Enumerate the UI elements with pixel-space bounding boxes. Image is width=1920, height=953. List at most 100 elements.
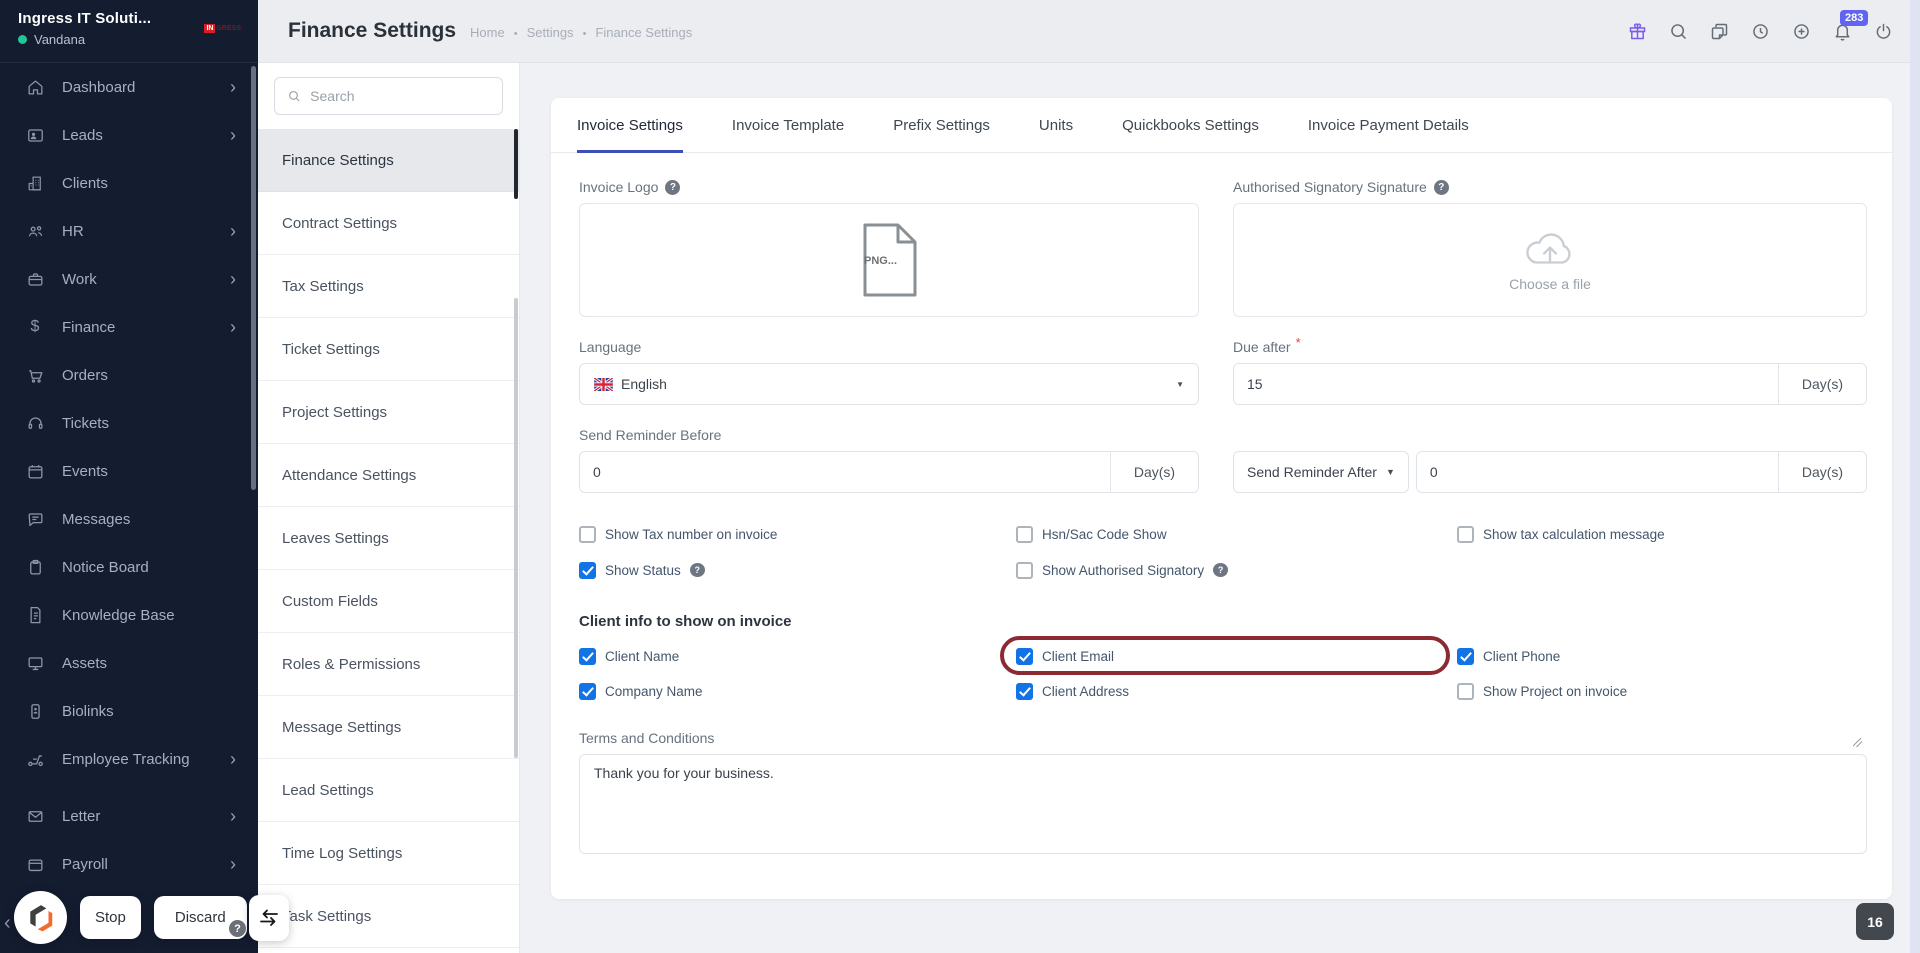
sidebar-item-letter[interactable]: Letter xyxy=(0,792,258,840)
sidebar-scrollbar-thumb[interactable] xyxy=(251,66,256,490)
settings-item-lead[interactable]: Lead Settings xyxy=(258,759,519,822)
checkbox-box[interactable] xyxy=(1016,525,1033,543)
plus-icon[interactable] xyxy=(1790,20,1812,42)
uk-flag-icon xyxy=(594,377,613,391)
search-icon[interactable] xyxy=(1667,20,1689,42)
tab-invoice-template[interactable]: Invoice Template xyxy=(732,98,844,152)
checkbox-client-phone[interactable]: Client Phone xyxy=(1457,643,1867,669)
checkbox-box[interactable] xyxy=(579,561,596,579)
settings-item-project[interactable]: Project Settings xyxy=(258,381,519,444)
sidebar-item-finance[interactable]: Finance xyxy=(0,303,258,351)
settings-item-leaves[interactable]: Leaves Settings xyxy=(258,507,519,570)
checkbox-client-address[interactable]: Client Address xyxy=(1016,678,1457,704)
tab-quickbooks[interactable]: Quickbooks Settings xyxy=(1122,98,1259,152)
sidebar-item-messages[interactable]: Messages xyxy=(0,495,258,543)
building-icon xyxy=(25,173,45,193)
sidebar-item-leads[interactable]: Leads xyxy=(0,111,258,159)
sidebar-collapse-icon[interactable] xyxy=(4,912,11,935)
page-scrollbar[interactable] xyxy=(1910,0,1920,953)
sidebar-item-notice-board[interactable]: Notice Board xyxy=(0,543,258,591)
tab-invoice-settings[interactable]: Invoice Settings xyxy=(577,98,683,153)
workspace-header[interactable]: Ingress IT Soluti... Vandana IN GRESS xyxy=(0,0,258,63)
checkbox-show-tax-calc[interactable]: Show tax calculation message xyxy=(1457,521,1867,547)
checkbox-box[interactable] xyxy=(1457,647,1474,665)
sidebar-item-tickets[interactable]: Tickets xyxy=(0,399,258,447)
sidebar-item-payroll[interactable]: Payroll xyxy=(0,840,258,888)
sidebar-item-biolinks[interactable]: Biolinks xyxy=(0,687,258,735)
settings-item-finance[interactable]: Finance Settings xyxy=(258,129,519,192)
menu-scrollbar-thumb[interactable] xyxy=(514,298,518,758)
checkbox-show-auth-signatory[interactable]: Show Authorised Signatory xyxy=(1016,557,1457,583)
sidebar-item-hr[interactable]: HR xyxy=(0,207,258,255)
checkbox-box[interactable] xyxy=(1457,525,1474,543)
checkbox-box[interactable] xyxy=(579,525,596,543)
clock-icon[interactable] xyxy=(1749,20,1771,42)
send-after-dropdown[interactable]: Send Reminder After xyxy=(1233,451,1409,493)
leads-icon xyxy=(25,125,45,145)
checkbox-client-name[interactable]: Client Name xyxy=(579,643,1016,669)
settings-search-input[interactable] xyxy=(310,88,490,104)
caret-down-icon xyxy=(1176,380,1184,389)
notes-icon[interactable] xyxy=(1708,20,1730,42)
help-badge-icon[interactable] xyxy=(229,920,246,937)
breadcrumb-settings[interactable]: Settings xyxy=(527,25,574,40)
settings-item-contract[interactable]: Contract Settings xyxy=(258,192,519,255)
settings-item-task[interactable]: Task Settings xyxy=(258,885,519,948)
help-icon[interactable] xyxy=(1433,179,1449,195)
tab-invoice-payment[interactable]: Invoice Payment Details xyxy=(1308,98,1469,152)
send-before-input[interactable] xyxy=(580,452,1110,492)
checkbox-show-status[interactable]: Show Status xyxy=(579,557,1016,583)
sidebar-item-dashboard[interactable]: Dashboard xyxy=(0,63,258,111)
menu-scrollbar-thumb-dark[interactable] xyxy=(514,129,518,199)
chevron-right-icon xyxy=(230,855,236,874)
recorder-logo-button[interactable] xyxy=(14,891,67,944)
sidebar-item-assets[interactable]: Assets xyxy=(0,639,258,687)
gift-icon[interactable] xyxy=(1626,20,1648,42)
settings-item-custom-fields[interactable]: Custom Fields xyxy=(258,570,519,633)
language-label: Language xyxy=(579,339,642,355)
due-after-input[interactable] xyxy=(1234,364,1778,404)
settings-item-ticket[interactable]: Ticket Settings xyxy=(258,318,519,381)
checkbox-company-name[interactable]: Company Name xyxy=(579,678,1016,704)
settings-item-tax[interactable]: Tax Settings xyxy=(258,255,519,318)
terms-textarea[interactable]: Thank you for your business. xyxy=(579,754,1867,854)
language-select[interactable]: English xyxy=(579,363,1199,405)
checkbox-box[interactable] xyxy=(1457,682,1474,700)
sidebar-item-clients[interactable]: Clients xyxy=(0,159,258,207)
resize-handle-icon[interactable] xyxy=(1853,738,1862,747)
tab-units[interactable]: Units xyxy=(1039,98,1073,152)
checkbox-box[interactable] xyxy=(579,647,596,665)
checkbox-box[interactable] xyxy=(1016,647,1033,665)
settings-item-message[interactable]: Message Settings xyxy=(258,696,519,759)
settings-search[interactable] xyxy=(274,77,503,115)
checkbox-hsn-sac[interactable]: Hsn/Sac Code Show xyxy=(1016,521,1457,547)
settings-item-time-log[interactable]: Time Log Settings xyxy=(258,822,519,885)
stop-button[interactable]: Stop xyxy=(80,896,141,939)
settings-item-roles[interactable]: Roles & Permissions xyxy=(258,633,519,696)
checkbox-box[interactable] xyxy=(579,682,596,700)
checkbox-show-project[interactable]: Show Project on invoice xyxy=(1457,678,1867,704)
checkbox-show-tax-number[interactable]: Show Tax number on invoice xyxy=(579,521,1016,547)
swap-panels-button[interactable] xyxy=(249,895,289,941)
checkbox-box[interactable] xyxy=(1016,682,1033,700)
chevron-right-icon xyxy=(230,318,236,337)
help-icon[interactable] xyxy=(665,179,681,195)
sidebar-item-knowledge-base[interactable]: Knowledge Base xyxy=(0,591,258,639)
sidebar-item-work[interactable]: Work xyxy=(0,255,258,303)
sidebar-item-employee-tracking[interactable]: Employee Tracking xyxy=(0,735,258,783)
checkbox-box[interactable] xyxy=(1016,561,1033,579)
send-after-input[interactable] xyxy=(1416,452,1778,492)
help-icon[interactable] xyxy=(1213,563,1229,577)
breadcrumb-home[interactable]: Home xyxy=(470,25,505,40)
help-icon[interactable] xyxy=(689,563,705,577)
sidebar-item-orders[interactable]: Orders xyxy=(0,351,258,399)
invoice-logo-upload[interactable]: PNG... xyxy=(579,203,1199,317)
bell-icon[interactable]: 283 xyxy=(1831,10,1869,42)
chevron-right-icon xyxy=(230,78,236,97)
power-icon[interactable] xyxy=(1872,20,1894,42)
settings-item-attendance[interactable]: Attendance Settings xyxy=(258,444,519,507)
checkbox-client-email[interactable]: Client Email xyxy=(1000,636,1457,675)
tab-prefix-settings[interactable]: Prefix Settings xyxy=(893,98,990,152)
signature-upload[interactable]: Choose a file xyxy=(1233,203,1867,317)
sidebar-item-events[interactable]: Events xyxy=(0,447,258,495)
